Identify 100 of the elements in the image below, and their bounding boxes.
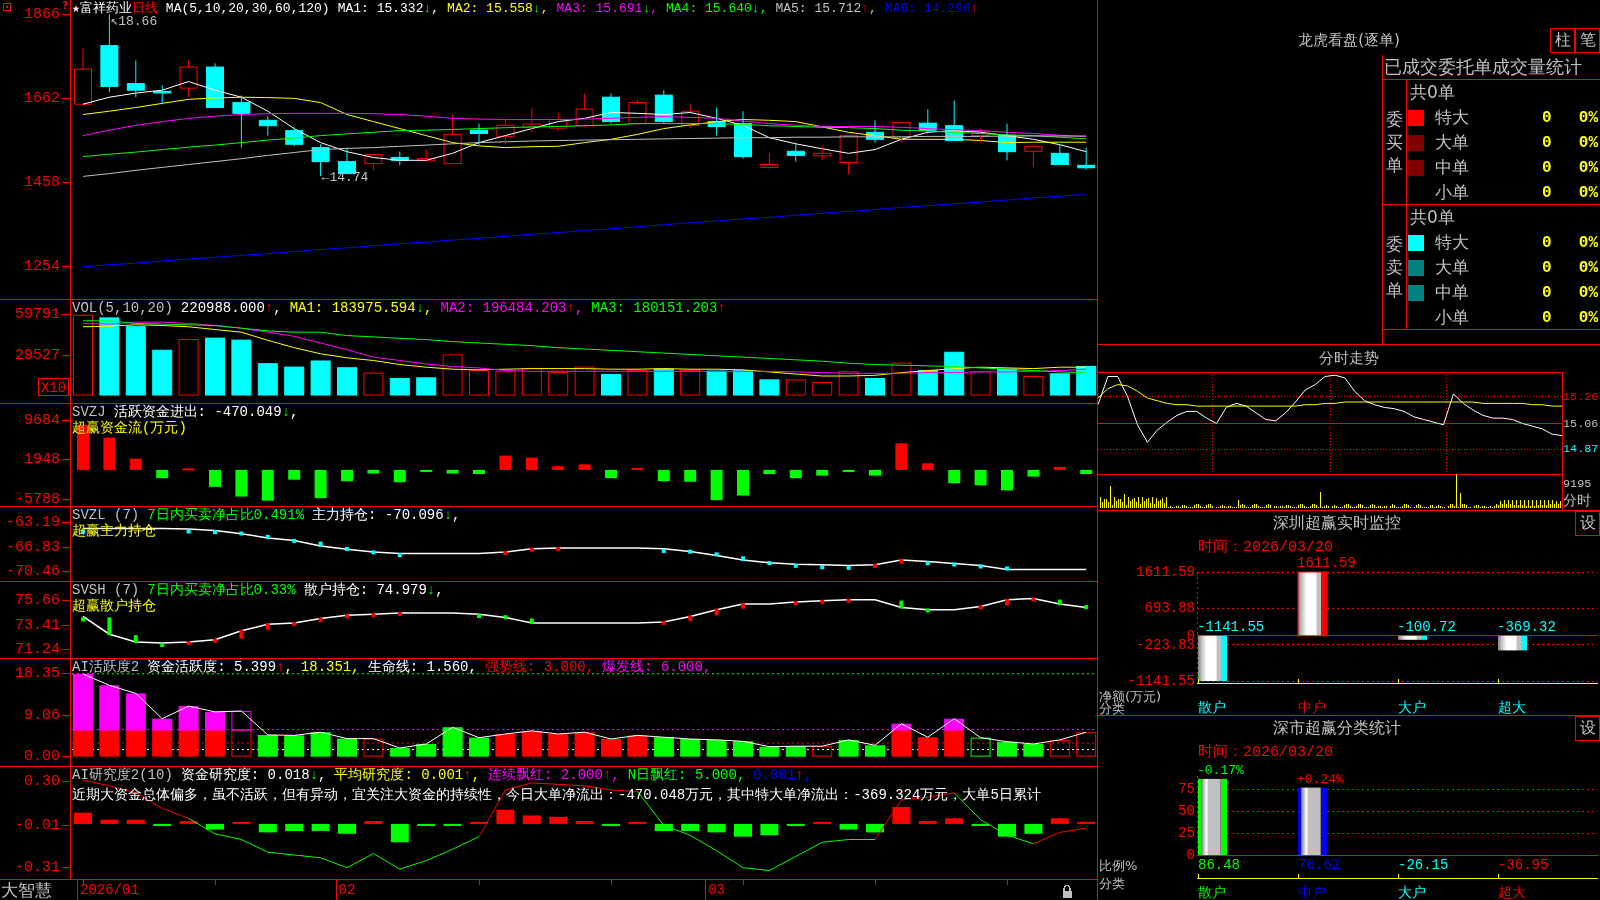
axis-label: -66.83 — [6, 539, 60, 556]
axis-label: -0.31 — [15, 859, 60, 877]
indicator-value: MA6: 14.296↑ — [884, 1, 979, 16]
indicator-value: 0.001↑, — [753, 768, 813, 783]
value-label: 76.62 — [1298, 857, 1340, 873]
change-label: -0.17% — [1197, 763, 1244, 779]
order-size-label: 中单 — [1435, 156, 1470, 179]
indicator-value: 7日内买卖净占比0.491% — [147, 508, 305, 523]
axis-title: 净额(万元) — [1099, 688, 1162, 704]
axis-label: 0 — [1186, 847, 1195, 863]
order-size-label: 大单 — [1435, 131, 1470, 154]
category-label: 超大 — [1498, 699, 1526, 715]
indicator-value: 爆发线: 6.000, — [602, 660, 712, 675]
order-percent: 0% — [1578, 108, 1599, 127]
axis-label: 59791 — [15, 306, 60, 324]
axis-label: 14.87 — [1563, 442, 1599, 456]
category-label: 超大 — [1498, 884, 1526, 900]
indicator-name: SVZJ — [72, 405, 106, 420]
indicator-name: AI活跃度2 — [72, 660, 140, 675]
indicator-caption: 超赢散户持仓 — [72, 598, 157, 614]
axis-label: -70.46 — [6, 563, 60, 581]
value-label: -1141.55 — [1197, 618, 1265, 635]
axis-label: 1662 — [24, 89, 60, 107]
date-text: 时间：2026/03/20 — [1198, 539, 1333, 556]
order-percent: 0% — [1578, 133, 1599, 152]
axis-label: 75 — [1178, 781, 1195, 797]
value-label: 1611.59 — [1297, 555, 1356, 571]
chart-title: 深圳超赢实时监控 — [1271, 513, 1402, 534]
indicator-value: 18.351, — [300, 660, 360, 675]
volume-caption: 分时 — [1563, 492, 1591, 508]
category-label: 散户 — [1198, 884, 1226, 900]
chart-title: 深市超赢分类统计 — [1271, 718, 1402, 739]
order-size-label: 特大 — [1435, 231, 1470, 254]
indicator-value: MA1: 183975.594↓, — [289, 301, 433, 316]
indicator-value: 连续飘红: 2.000↑, — [488, 768, 620, 783]
indicator-value: 活跃资金进出: -470.049↓, — [113, 405, 299, 420]
axis-label: 29527 — [15, 347, 60, 365]
order-percent: 0% — [1578, 283, 1599, 302]
panel-title: 龙虎看盘(逐单) — [1297, 31, 1401, 51]
axis-label: 9684 — [24, 411, 60, 429]
axis-label: -5788 — [15, 491, 60, 506]
axis-title: 分类 — [1099, 875, 1125, 891]
indicator-name: SVSH (7) — [72, 583, 140, 598]
indicator-value: 资金活跃度: 5.399↑, — [147, 660, 293, 675]
date-label: 2026/01 — [80, 882, 139, 898]
category-label: 散户 — [1198, 699, 1226, 715]
axis-label: 1611.59 — [1136, 564, 1195, 580]
order-size-label: 大单 — [1435, 256, 1470, 279]
value-label: -100.72 — [1397, 618, 1456, 635]
order-percent: 0% — [1578, 308, 1599, 327]
axis-title: 比例% — [1099, 857, 1138, 873]
axis-label: 75.66 — [15, 591, 60, 609]
indicator-value: 生命线: 1.560, — [367, 660, 477, 675]
indicator-value: MA2: 196484.203↑, — [440, 301, 584, 316]
category-label: 中户 — [1298, 699, 1326, 715]
axis-label: -63.19 — [6, 514, 60, 532]
order-size-label: 小单 — [1435, 306, 1470, 329]
indicator-name: AI研究度2(10) — [72, 768, 173, 783]
order-size-label: 中单 — [1435, 281, 1470, 304]
indicator-value: MA5: 15.712↑, — [775, 1, 877, 16]
change-label: +0.24% — [1297, 772, 1344, 788]
indicator-value: 资金研究度: 0.018↓, — [180, 768, 327, 783]
indicator-value: MA3: 15.691↓, — [556, 1, 658, 16]
value-label: -369.32 — [1497, 618, 1556, 635]
indicator-value: MA2: 15.558↓, — [447, 1, 549, 16]
axis-label: 15.26 — [1563, 389, 1599, 404]
brand-label: 大智慧 — [0, 880, 53, 900]
price-annotation: ↖18.66 — [110, 13, 158, 29]
order-count: 0 — [1542, 308, 1553, 327]
value-label: -26.15 — [1398, 857, 1449, 873]
indicator-value: MA4: 15.640↓, — [666, 1, 768, 16]
axis-label: 1948 — [24, 451, 60, 469]
axis-label: 0.30 — [24, 773, 60, 791]
indicator-value: 220988.000↑, — [180, 301, 282, 316]
order-percent: 0% — [1578, 183, 1599, 202]
indicator-name: VOL(5,10,20) — [72, 301, 173, 316]
group-label: 委买单 — [1386, 108, 1403, 177]
order-count: 0 — [1542, 183, 1553, 202]
indicator-value: MA1: 15.332↓, — [337, 1, 440, 16]
order-percent: 0% — [1578, 258, 1599, 277]
date-text: 时间：2026/03/20 — [1198, 744, 1333, 761]
axis-label: 693.88 — [1144, 600, 1195, 617]
group-label: 委卖单 — [1386, 233, 1403, 302]
category-label: 大户 — [1398, 699, 1426, 715]
volume-label: 9195 — [1563, 477, 1592, 491]
category-label: 大户 — [1398, 884, 1426, 900]
order-total: 共0单 — [1410, 81, 1455, 104]
indicator-value: N日飘红: 5.000, — [627, 768, 746, 783]
unit-label: X10 — [38, 378, 69, 396]
axis-label: 15.06 — [1563, 416, 1599, 431]
price-annotation: ←14.74 — [321, 169, 369, 185]
order-count: 0 — [1542, 283, 1553, 302]
order-size-label: 特大 — [1435, 106, 1470, 129]
axis-label: -1141.55 — [1127, 673, 1195, 689]
axis-label: 1458 — [24, 174, 60, 192]
order-total: 共0单 — [1410, 206, 1455, 229]
stock-title: ★富祥药业日线 — [72, 1, 158, 16]
axis-label: 73.41 — [15, 616, 60, 634]
order-percent: 0% — [1578, 158, 1599, 177]
axis-label: 1866 — [24, 5, 60, 23]
